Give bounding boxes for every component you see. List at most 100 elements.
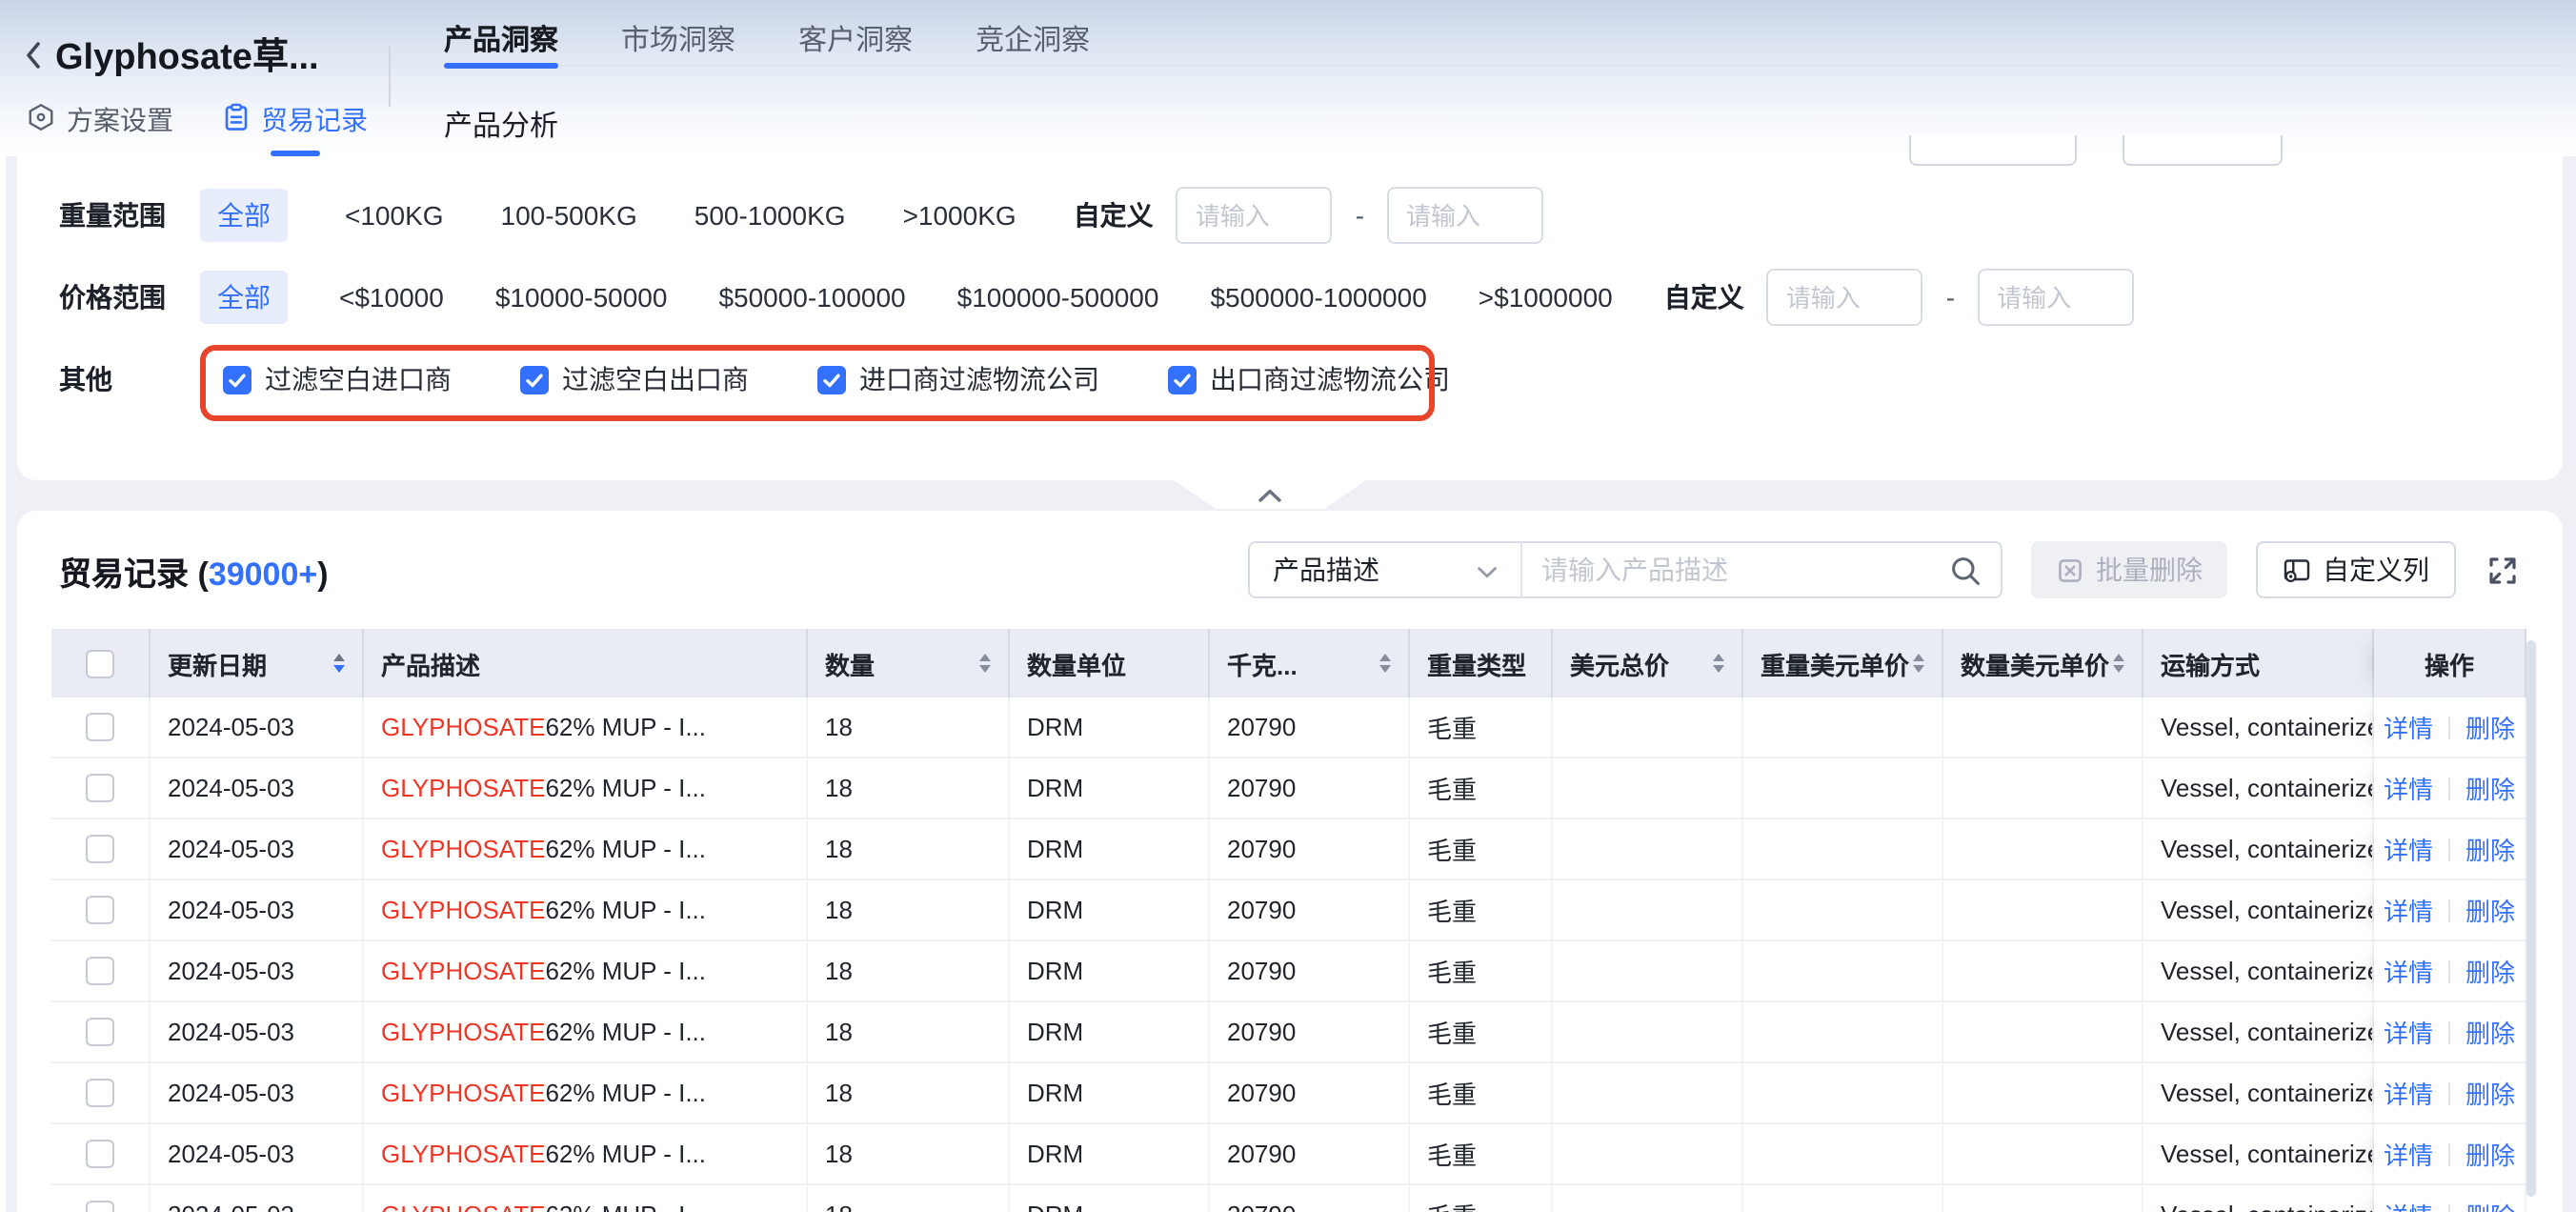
price-option[interactable]: $500000-1000000 [1210,282,1426,313]
search-field-select[interactable]: 产品描述 [1250,551,1520,589]
trade-records-table: 更新日期 产品描述 数量 数量单位 千克... 重量类型 美元总价 [51,629,2526,1212]
cell-usd-total [1553,697,1743,757]
row-checkbox[interactable] [86,835,114,863]
sort-icon [1379,654,1391,673]
delete-link[interactable]: 删除 [2465,953,2515,989]
table-row: 2024-05-03 GLYPHOSATE 62% MUP - I... 18 … [51,880,2526,941]
price-custom-label[interactable]: 自定义 [1664,278,1744,316]
cell-actions: 详情删除 [2374,880,2526,939]
cell-weight-type: 毛重 [1410,819,1553,879]
row-checkbox[interactable] [86,1201,114,1212]
detail-link[interactable]: 详情 [2384,1075,2433,1111]
weight-option-all[interactable]: 全部 [200,189,288,242]
delete-link[interactable]: 删除 [2465,831,2515,867]
column-header-update-date[interactable]: 更新日期 [151,629,364,697]
weight-option[interactable]: 100-500KG [501,200,637,231]
subnav-item-scheme-settings[interactable]: 方案设置 [27,101,173,139]
row-checkbox[interactable] [86,1140,114,1168]
tab-market-insight[interactable]: 市场洞察 [621,19,735,59]
detail-link[interactable]: 详情 [2384,953,2433,989]
weight-option[interactable]: <100KG [345,200,444,231]
delete-link[interactable]: 删除 [2465,1075,2515,1111]
price-max-input[interactable] [1978,269,2134,326]
delete-link[interactable]: 删除 [2465,770,2515,806]
detail-link[interactable]: 详情 [2384,709,2433,745]
checkbox-exporter-filter-logistics[interactable]: 出口商过滤物流公司 [1168,360,1450,398]
tab-competitor-insight[interactable]: 竞企洞察 [976,19,1090,59]
detail-link[interactable]: 详情 [2384,770,2433,806]
cell-update-date: 2024-05-03 [151,697,364,757]
row-checkbox[interactable] [86,1079,114,1107]
checkbox-filter-blank-importer[interactable]: 过滤空白进口商 [223,360,452,398]
price-option-all[interactable]: 全部 [200,271,288,324]
table-body: 2024-05-03 GLYPHOSATE 62% MUP - I... 18 … [51,697,2526,1212]
weight-min-input[interactable] [1177,187,1333,244]
batch-delete-button[interactable]: 批量删除 [2031,541,2227,598]
checked-checkbox[interactable] [223,365,252,394]
sort-icon [1713,654,1724,673]
detail-link[interactable]: 详情 [2384,1197,2433,1212]
cell-qty: 18 [808,880,1010,939]
row-checkbox[interactable] [86,774,114,802]
delete-link[interactable]: 删除 [2465,709,2515,745]
subnav-item-trade-records[interactable]: 贸易记录 [223,101,368,139]
row-checkbox[interactable] [86,713,114,741]
price-option[interactable]: $50000-100000 [718,282,905,313]
delete-link[interactable]: 删除 [2465,1014,2515,1050]
custom-columns-button[interactable]: 自定义列 [2256,541,2456,598]
cell-kg: 20790 [1210,941,1410,1000]
delete-link[interactable]: 删除 [2465,1197,2515,1212]
product-keyword-highlight: GLYPHOSATE [381,1201,545,1212]
select-all-cell [51,629,151,697]
top-header: Glyphosate草... 产品洞察 市场洞察 客户洞察 竞企洞察 方案设置 … [0,0,2576,156]
cell-usd-per-weight [1743,1002,1943,1061]
detail-link[interactable]: 详情 [2384,892,2433,928]
checked-checkbox[interactable] [520,365,549,394]
column-header-kg[interactable]: 千克... [1210,629,1410,697]
checked-checkbox[interactable] [1168,365,1197,394]
column-header-qty[interactable]: 数量 [808,629,1010,697]
checkbox-filter-blank-exporter[interactable]: 过滤空白出口商 [520,360,749,398]
truncated-control-right[interactable] [2123,135,2283,166]
tab-product-insight[interactable]: 产品洞察 [444,19,558,59]
truncated-control-left[interactable] [1909,135,2077,166]
detail-link[interactable]: 详情 [2384,1014,2433,1050]
column-header-usd-per-weight[interactable]: 重量美元单价 [1743,629,1943,697]
cell-update-date: 2024-05-03 [151,1002,364,1061]
cell-product-desc: GLYPHOSATE 62% MUP - I... [364,819,808,879]
weight-range-row: 重量范围 全部 <100KG 100-500KG 500-1000KG >100… [59,185,1543,246]
delete-link[interactable]: 删除 [2465,892,2515,928]
weight-option[interactable]: >1000KG [903,200,1016,231]
detail-link[interactable]: 详情 [2384,831,2433,867]
select-all-checkbox[interactable] [86,649,114,677]
price-option[interactable]: $100000-500000 [957,282,1159,313]
records-title: 贸易记录 (39000+) [59,546,329,594]
detail-link[interactable]: 详情 [2384,1136,2433,1172]
collapse-filters-handle[interactable] [1174,480,1366,509]
row-checkbox[interactable] [86,896,114,924]
weight-custom-label[interactable]: 自定义 [1074,196,1154,234]
vertical-scrollbar[interactable] [2526,640,2536,1197]
delete-link[interactable]: 删除 [2465,1136,2515,1172]
tab-customer-insight[interactable]: 客户洞察 [798,19,913,59]
price-option[interactable]: $10000-50000 [495,282,668,313]
back-icon[interactable] [23,39,42,70]
other-filters-row: 其他 过滤空白进口商 过滤空白出口商 进口商过滤物流公司 出口商过滤物流公司 [59,349,1450,410]
price-option[interactable]: <$10000 [339,282,444,313]
checked-checkbox[interactable] [817,365,846,394]
column-header-usd-per-qty[interactable]: 数量美元单价 [1943,629,2143,697]
price-option[interactable]: >$1000000 [1479,282,1613,313]
column-header-usd-total[interactable]: 美元总价 [1553,629,1743,697]
search-icon[interactable] [1949,554,1982,586]
range-separator: - [1946,282,1955,313]
price-min-input[interactable] [1767,269,1923,326]
checkbox-importer-filter-logistics[interactable]: 进口商过滤物流公司 [817,360,1099,398]
weight-max-input[interactable] [1387,187,1543,244]
fullscreen-expand-icon[interactable] [2485,552,2521,588]
cell-usd-per-weight [1743,697,1943,757]
row-checkbox[interactable] [86,957,114,985]
weight-option[interactable]: 500-1000KG [694,200,846,231]
row-checkbox[interactable] [86,1018,114,1046]
search-input[interactable] [1522,555,1949,585]
tab-product-analysis[interactable]: 产品分析 [444,105,558,145]
